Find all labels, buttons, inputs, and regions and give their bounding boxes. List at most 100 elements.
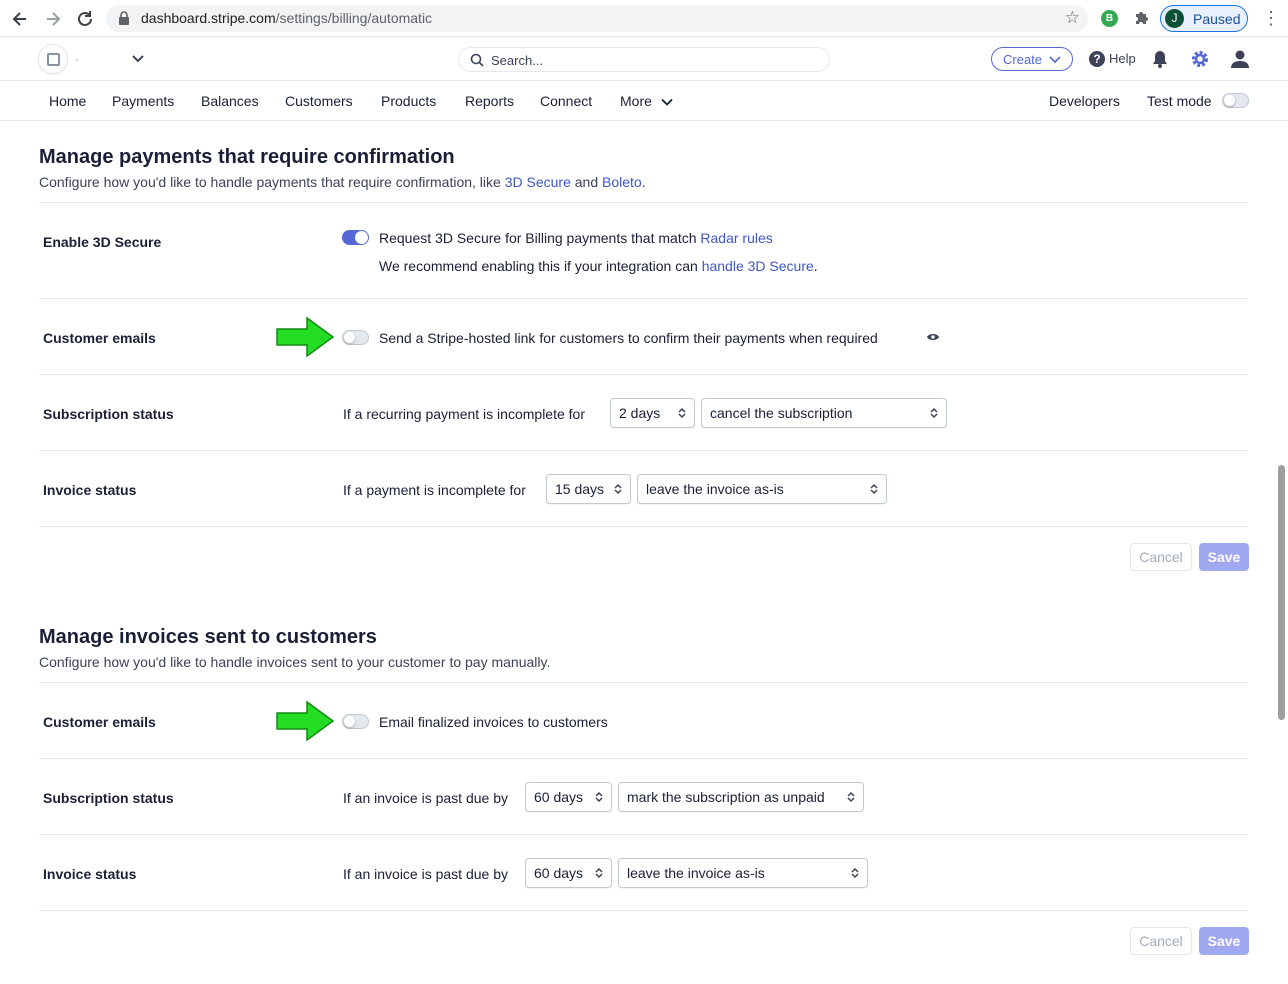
subscription-status-text: If an invoice is past due by bbox=[343, 790, 508, 806]
nav-connect[interactable]: Connect bbox=[540, 93, 592, 109]
gear-icon[interactable] bbox=[1190, 49, 1210, 69]
finalized-invoice-email-text: Email finalized invoices to customers bbox=[379, 714, 608, 730]
3d-secure-toggle[interactable] bbox=[342, 230, 369, 245]
confirm-payment-email-toggle[interactable] bbox=[342, 330, 369, 345]
divider bbox=[39, 450, 1248, 451]
search-icon bbox=[470, 53, 484, 67]
divider bbox=[39, 298, 1248, 299]
cancel-button[interactable]: Cancel bbox=[1130, 543, 1192, 571]
browser-menu-icon[interactable]: ⋮ bbox=[1262, 8, 1280, 28]
user-icon[interactable] bbox=[1230, 49, 1250, 69]
main-nav: Home Payments Balances Customers Product… bbox=[0, 81, 1288, 121]
radar-rules-link[interactable]: Radar rules bbox=[700, 230, 772, 246]
select-arrows-icon bbox=[930, 407, 938, 419]
chevron-down-icon[interactable] bbox=[131, 51, 145, 65]
bookmark-star-icon[interactable]: ☆ bbox=[1065, 8, 1080, 28]
past-due-period-select[interactable]: 60 days bbox=[525, 782, 612, 812]
section-desc-confirmation: Configure how you'd like to handle payme… bbox=[39, 174, 646, 190]
divider bbox=[39, 526, 1248, 527]
save-button[interactable]: Save bbox=[1199, 927, 1249, 955]
account-name: · bbox=[75, 52, 79, 66]
nav-balances[interactable]: Balances bbox=[201, 93, 259, 109]
nav-reports[interactable]: Reports bbox=[465, 93, 514, 109]
subscription-status-label: Subscription status bbox=[43, 790, 174, 806]
enable-3d-secure-label: Enable 3D Secure bbox=[43, 234, 162, 250]
subscription-status-text: If a recurring payment is incomplete for bbox=[343, 406, 585, 422]
section-title-confirmation: Manage payments that require confirmatio… bbox=[39, 146, 455, 168]
3d-secure-hint: We recommend enabling this if your integ… bbox=[379, 258, 818, 274]
select-arrows-icon bbox=[847, 791, 855, 803]
chevron-down-icon[interactable] bbox=[661, 96, 673, 108]
divider bbox=[39, 910, 1248, 911]
search-bar bbox=[458, 47, 830, 72]
url-text: dashboard.stripe.com/settings/billing/au… bbox=[141, 10, 433, 26]
3d-secure-link[interactable]: 3D Secure bbox=[505, 174, 571, 190]
invoice-status-label: Invoice status bbox=[43, 482, 137, 498]
section-desc-invoices: Configure how you'd like to handle invoi… bbox=[39, 654, 551, 670]
nav-more[interactable]: More bbox=[620, 93, 652, 109]
invoice-status-label: Invoice status bbox=[43, 866, 137, 882]
green-arrow-annotation bbox=[276, 316, 335, 358]
subscription-period-select[interactable]: 2 days bbox=[610, 398, 695, 428]
nav-home[interactable]: Home bbox=[49, 93, 86, 109]
divider bbox=[39, 374, 1248, 375]
lock-icon bbox=[119, 11, 129, 25]
nav-developers[interactable]: Developers bbox=[1049, 93, 1120, 109]
past-due-subscription-action-select[interactable]: mark the subscription as unpaid bbox=[618, 782, 864, 812]
reload-icon[interactable] bbox=[74, 8, 96, 30]
select-arrows-icon bbox=[851, 867, 859, 879]
customer-emails-label: Customer emails bbox=[43, 714, 156, 730]
3d-secure-text: Request 3D Secure for Billing payments t… bbox=[379, 230, 773, 246]
select-arrows-icon bbox=[678, 407, 686, 419]
profile-avatar: J bbox=[1165, 9, 1184, 28]
invoice-action-select[interactable]: leave the invoice as-is bbox=[637, 474, 887, 504]
select-arrows-icon bbox=[595, 867, 603, 879]
past-due-invoice-period-select[interactable]: 60 days bbox=[525, 858, 612, 888]
section-title-invoices: Manage invoices sent to customers bbox=[39, 626, 377, 648]
test-mode-toggle[interactable] bbox=[1222, 93, 1249, 108]
back-arrow-icon[interactable] bbox=[9, 8, 31, 30]
forward-arrow-icon[interactable] bbox=[42, 8, 64, 30]
dashboard-header: · Create ? Help bbox=[0, 37, 1288, 81]
select-arrows-icon bbox=[614, 483, 622, 495]
finalized-invoice-email-toggle[interactable] bbox=[342, 714, 369, 729]
handle-3d-secure-link[interactable]: handle 3D Secure bbox=[702, 258, 814, 274]
subscription-status-label: Subscription status bbox=[43, 406, 174, 422]
nav-payments[interactable]: Payments bbox=[112, 93, 174, 109]
profile-status: Paused bbox=[1193, 11, 1241, 27]
help-icon: ? bbox=[1089, 51, 1105, 67]
create-button[interactable]: Create bbox=[991, 47, 1073, 71]
subscription-action-select[interactable]: cancel the subscription bbox=[701, 398, 947, 428]
browser-toolbar: dashboard.stripe.com/settings/billing/au… bbox=[0, 0, 1288, 37]
divider bbox=[39, 758, 1248, 759]
cancel-button[interactable]: Cancel bbox=[1130, 927, 1192, 955]
profile-button[interactable]: J Paused bbox=[1160, 5, 1248, 32]
eye-icon[interactable] bbox=[926, 332, 940, 342]
invoice-status-text: If an invoice is past due by bbox=[343, 866, 508, 882]
account-avatar[interactable] bbox=[38, 44, 68, 74]
extension-b-icon[interactable]: B bbox=[1101, 10, 1118, 27]
divider bbox=[39, 834, 1248, 835]
nav-products[interactable]: Products bbox=[381, 93, 436, 109]
address-bar[interactable]: dashboard.stripe.com/settings/billing/au… bbox=[106, 5, 1088, 32]
store-icon bbox=[47, 53, 60, 66]
divider bbox=[39, 202, 1248, 203]
nav-customers[interactable]: Customers bbox=[285, 93, 353, 109]
boleto-link[interactable]: Boleto bbox=[602, 174, 642, 190]
select-arrows-icon bbox=[595, 791, 603, 803]
past-due-invoice-action-select[interactable]: leave the invoice as-is bbox=[618, 858, 868, 888]
test-mode-label: Test mode bbox=[1147, 93, 1212, 109]
customer-emails-label: Customer emails bbox=[43, 330, 156, 346]
invoice-period-select[interactable]: 15 days bbox=[546, 474, 631, 504]
green-arrow-annotation bbox=[276, 700, 335, 742]
save-button[interactable]: Save bbox=[1199, 543, 1249, 571]
chevron-down-icon bbox=[1049, 56, 1061, 64]
bell-icon[interactable] bbox=[1152, 50, 1168, 68]
extensions-puzzle-icon[interactable] bbox=[1132, 8, 1152, 28]
search-input[interactable] bbox=[491, 50, 811, 70]
page-scrollbar[interactable] bbox=[1278, 465, 1285, 720]
confirm-payment-email-text: Send a Stripe-hosted link for customers … bbox=[379, 330, 878, 346]
select-arrows-icon bbox=[870, 483, 878, 495]
divider bbox=[39, 682, 1248, 683]
invoice-status-text: If a payment is incomplete for bbox=[343, 482, 526, 498]
